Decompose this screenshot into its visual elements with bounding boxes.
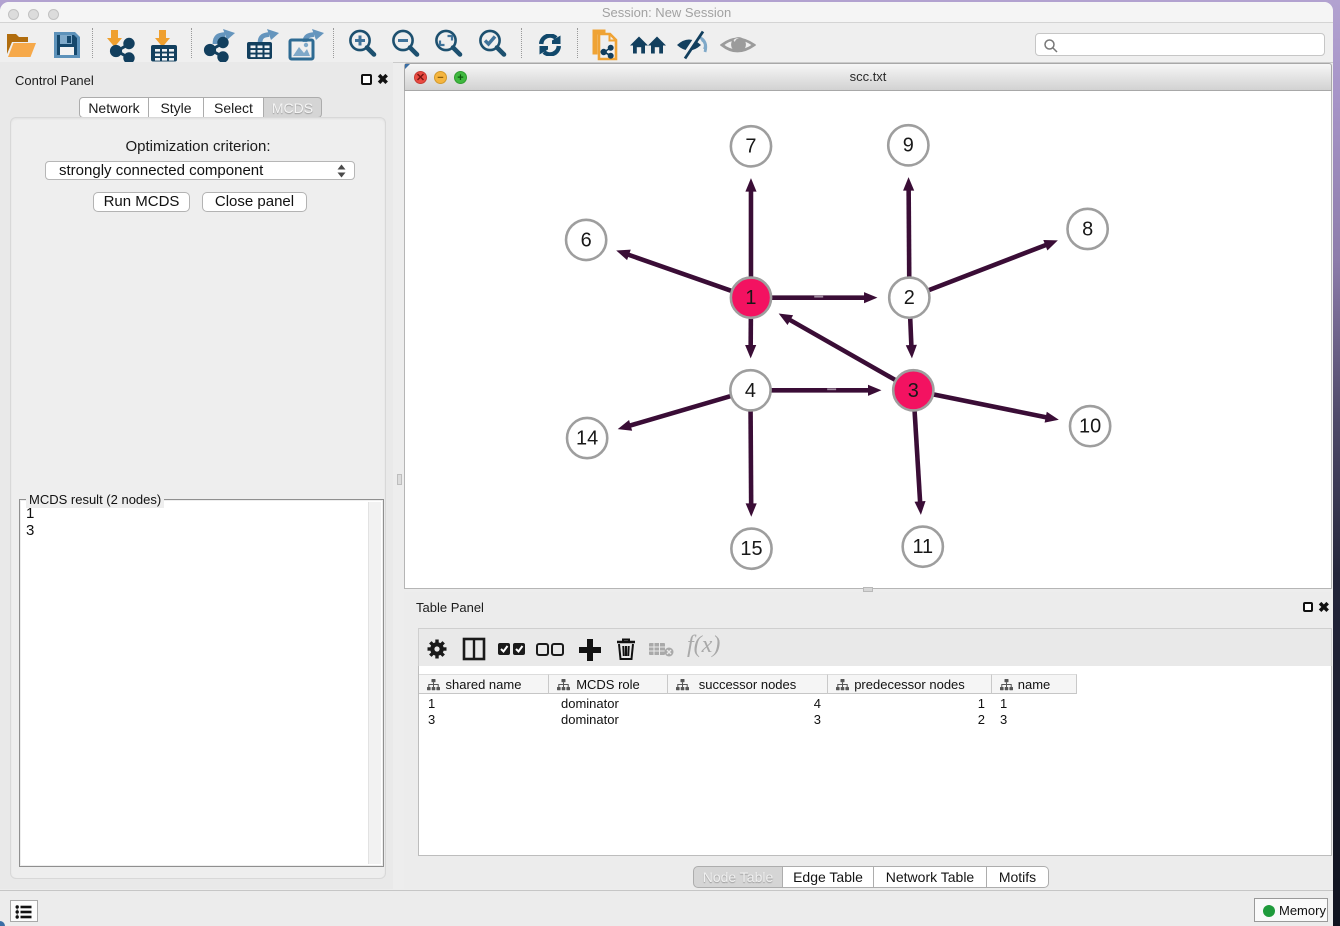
svg-text:9: 9: [903, 135, 914, 157]
svg-text:3: 3: [908, 380, 919, 402]
svg-text:15: 15: [740, 538, 762, 560]
svg-text:6: 6: [581, 229, 592, 251]
svg-text:14: 14: [576, 428, 598, 450]
svg-text:1: 1: [745, 287, 756, 309]
svg-text:2: 2: [904, 287, 915, 309]
svg-text:4: 4: [745, 380, 756, 402]
svg-text:10: 10: [1079, 416, 1101, 438]
svg-text:8: 8: [1082, 218, 1093, 240]
svg-text:7: 7: [745, 136, 756, 158]
svg-text:11: 11: [912, 536, 933, 558]
